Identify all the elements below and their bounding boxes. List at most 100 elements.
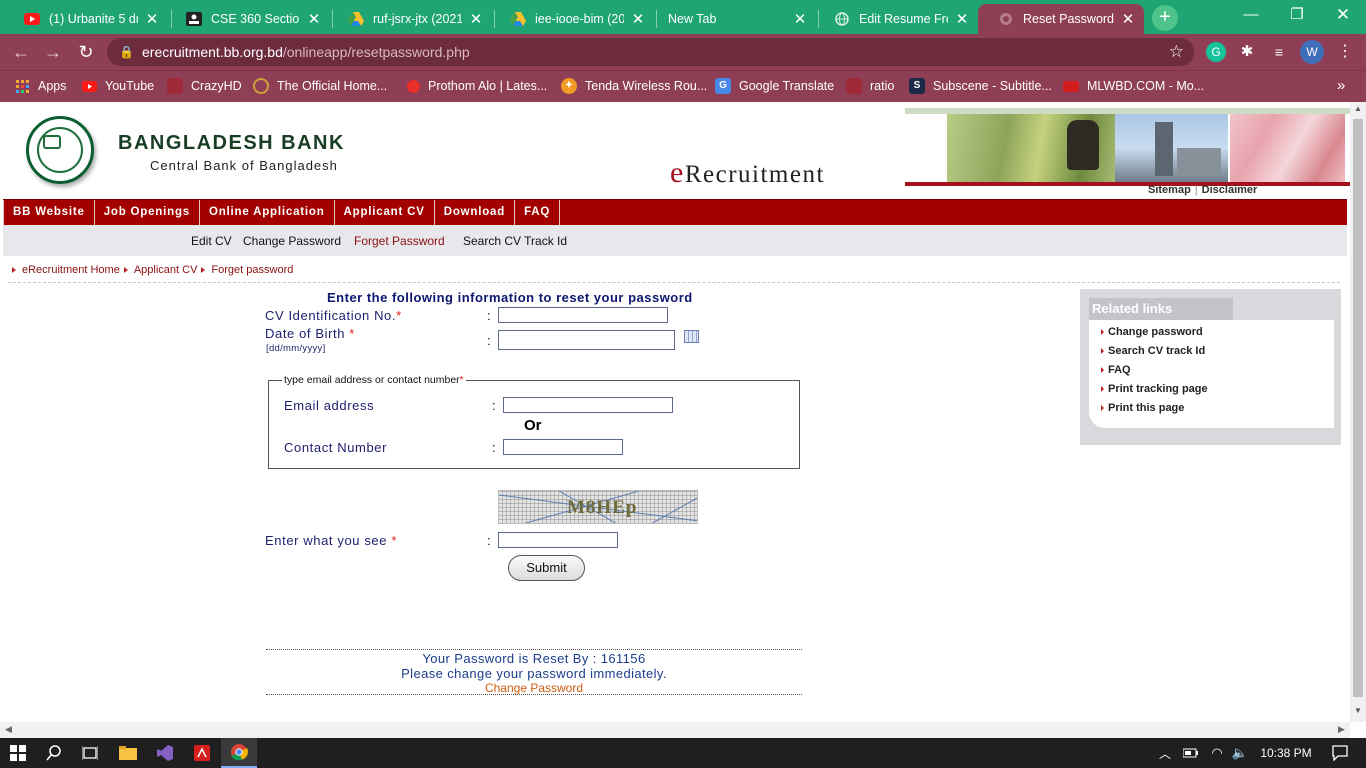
prothom-alo-icon [407,79,420,93]
disclaimer-link[interactable]: Disclaimer [1202,184,1258,196]
tab-close-icon[interactable]: ✕ [306,10,322,28]
acrobat-reader-icon[interactable] [184,738,220,768]
contact-number-label: Contact Number [284,440,388,455]
nav-job-openings[interactable]: Job Openings [95,200,200,225]
reading-list-icon[interactable]: ≡ [1269,42,1289,62]
youtube-icon [24,11,40,27]
battery-icon[interactable] [1178,738,1204,768]
tab-close-icon[interactable]: ✕ [954,10,970,28]
notifications-icon[interactable] [1320,738,1360,768]
subnav-edit-cv[interactable]: Edit CV [191,234,232,248]
breadcrumb-home[interactable]: eRecruitment Home [22,264,120,276]
cv-id-input[interactable] [498,307,668,323]
tab-close-icon[interactable]: ✕ [630,10,646,28]
vertical-scrollbar[interactable]: ▲ ▼ [1350,102,1366,722]
browser-chrome: (1) Urbanite 5 draw ✕ CSE 360 Section 4 … [0,0,1366,102]
related-faq[interactable]: FAQ [1101,364,1131,376]
dob-input[interactable] [498,330,675,350]
tab-title: CSE 360 Section 4 [211,12,300,26]
related-search-cv-track-id[interactable]: Search CV track Id [1101,345,1205,357]
related-change-password[interactable]: Change password [1101,326,1203,338]
subnav-search-cv-track-id[interactable]: Search CV Track Id [463,234,567,248]
submit-button[interactable]: Submit [508,555,585,581]
bank-building-image [1115,114,1228,182]
address-bar[interactable]: 🔒 erecruitment.bb.org.bd/onlineapp/reset… [107,38,1194,66]
bookmark-official-home[interactable]: The Official Home... [253,71,387,101]
forward-icon[interactable]: → [41,40,65,64]
task-view-icon[interactable] [72,738,108,768]
horizontal-scrollbar[interactable]: ◀ ▶ [0,722,1350,738]
tab-close-icon[interactable]: ✕ [468,10,484,28]
bookmark-ratio[interactable]: ratio [846,71,894,101]
new-tab-button[interactable]: + [1152,5,1178,31]
tab-drive-2[interactable]: iee-iooe-bim (202 ✕ [490,4,654,34]
bookmark-crazyhd[interactable]: CrazyHD [167,71,242,101]
google-translate-icon: G [715,78,731,94]
tab-close-icon[interactable]: ✕ [792,10,808,28]
dob-label: Date of Birth * [265,326,355,341]
windows-start-icon[interactable] [0,738,36,768]
scrollbar-thumb[interactable] [1353,119,1363,697]
bookmark-google-translate[interactable]: G Google Translate [715,71,834,101]
bookmark-mlwbd[interactable]: MLWBD.COM - Mo... [1063,71,1204,101]
tab-drive-1[interactable]: ruf-jsrx-jtx (2021-0 ✕ [328,4,492,34]
profile-avatar[interactable]: W [1300,40,1324,64]
related-print-this-page[interactable]: Print this page [1101,402,1184,414]
scroll-left-icon[interactable]: ◀ [5,724,12,735]
nav-online-application[interactable]: Online Application [200,200,335,225]
captcha-input[interactable] [498,532,618,548]
tab-edit-resume[interactable]: Edit Resume Front ✕ [814,4,978,34]
bookmark-star-icon[interactable]: ☆ [1169,38,1184,66]
chrome-taskbar-icon[interactable] [221,738,257,768]
header-banner-images [905,108,1350,200]
nav-faq[interactable]: FAQ [515,200,561,225]
back-icon[interactable]: ← [9,40,33,64]
windows-taskbar: ︿ ◠ 🔈 10:38 PM [0,738,1366,768]
sitemap-link[interactable]: Sitemap [1148,184,1191,196]
related-print-tracking-page[interactable]: Print tracking page [1101,383,1208,395]
grammarly-icon[interactable]: G [1206,42,1226,62]
bookmark-label: Apps [38,79,67,93]
menu-dots-icon[interactable]: ⋮ [1335,42,1355,62]
file-explorer-icon[interactable] [110,738,146,768]
change-password-link[interactable]: Change Password [266,681,802,695]
nav-download[interactable]: Download [435,200,516,225]
scroll-up-icon[interactable]: ▲ [1350,104,1366,118]
breadcrumb-applicant-cv[interactable]: Applicant CV [134,264,198,276]
restore-icon[interactable]: ❐ [1274,0,1320,32]
crazyhd-icon [167,78,183,94]
tab-reset-password[interactable]: Reset Password ✕ [978,4,1144,34]
reload-icon[interactable]: ↻ [74,40,98,64]
bookmark-youtube[interactable]: YouTube [81,71,154,101]
bookmark-apps[interactable]: Apps [14,71,67,101]
tab-new-tab[interactable]: New Tab ✕ [652,4,816,34]
visual-studio-icon[interactable] [147,738,183,768]
nav-bb-website[interactable]: BB Website [3,200,95,225]
taskbar-clock[interactable]: 10:38 PM [1252,738,1320,768]
tab-close-icon[interactable]: ✕ [1120,10,1136,28]
email-input[interactable] [503,397,673,413]
bookmarks-overflow-icon[interactable]: » [1337,71,1345,101]
volume-icon[interactable]: 🔈 [1228,738,1252,768]
tab-close-icon[interactable]: ✕ [144,10,160,28]
scroll-down-icon[interactable]: ▼ [1350,706,1366,720]
bookmark-label: Google Translate [739,79,835,93]
subnav-change-password[interactable]: Change Password [243,234,341,248]
calendar-icon[interactable] [684,330,699,343]
tab-youtube[interactable]: (1) Urbanite 5 draw ✕ [4,4,168,34]
show-hidden-icons-icon[interactable]: ︿ [1152,738,1178,768]
contact-number-input[interactable] [503,439,623,455]
subnav-forget-password[interactable]: Forget Password [354,234,445,248]
scroll-right-icon[interactable]: ▶ [1338,724,1345,735]
tab-cse360[interactable]: CSE 360 Section 4 ✕ [166,4,330,34]
search-icon[interactable] [36,738,72,768]
email-label: Email address [284,398,375,413]
minimize-icon[interactable]: — [1228,0,1274,32]
bookmark-subscene[interactable]: S Subscene - Subtitle... [909,71,1052,101]
bookmark-tenda[interactable]: ✦ Tenda Wireless Rou... [561,71,707,101]
extensions-puzzle-icon[interactable]: ✱ [1237,42,1257,62]
close-window-icon[interactable]: ✕ [1320,0,1366,32]
wifi-icon[interactable]: ◠ [1204,738,1230,768]
nav-applicant-cv[interactable]: Applicant CV [335,200,435,225]
bookmark-prothom-alo[interactable]: Prothom Alo | Lates... [407,71,547,101]
